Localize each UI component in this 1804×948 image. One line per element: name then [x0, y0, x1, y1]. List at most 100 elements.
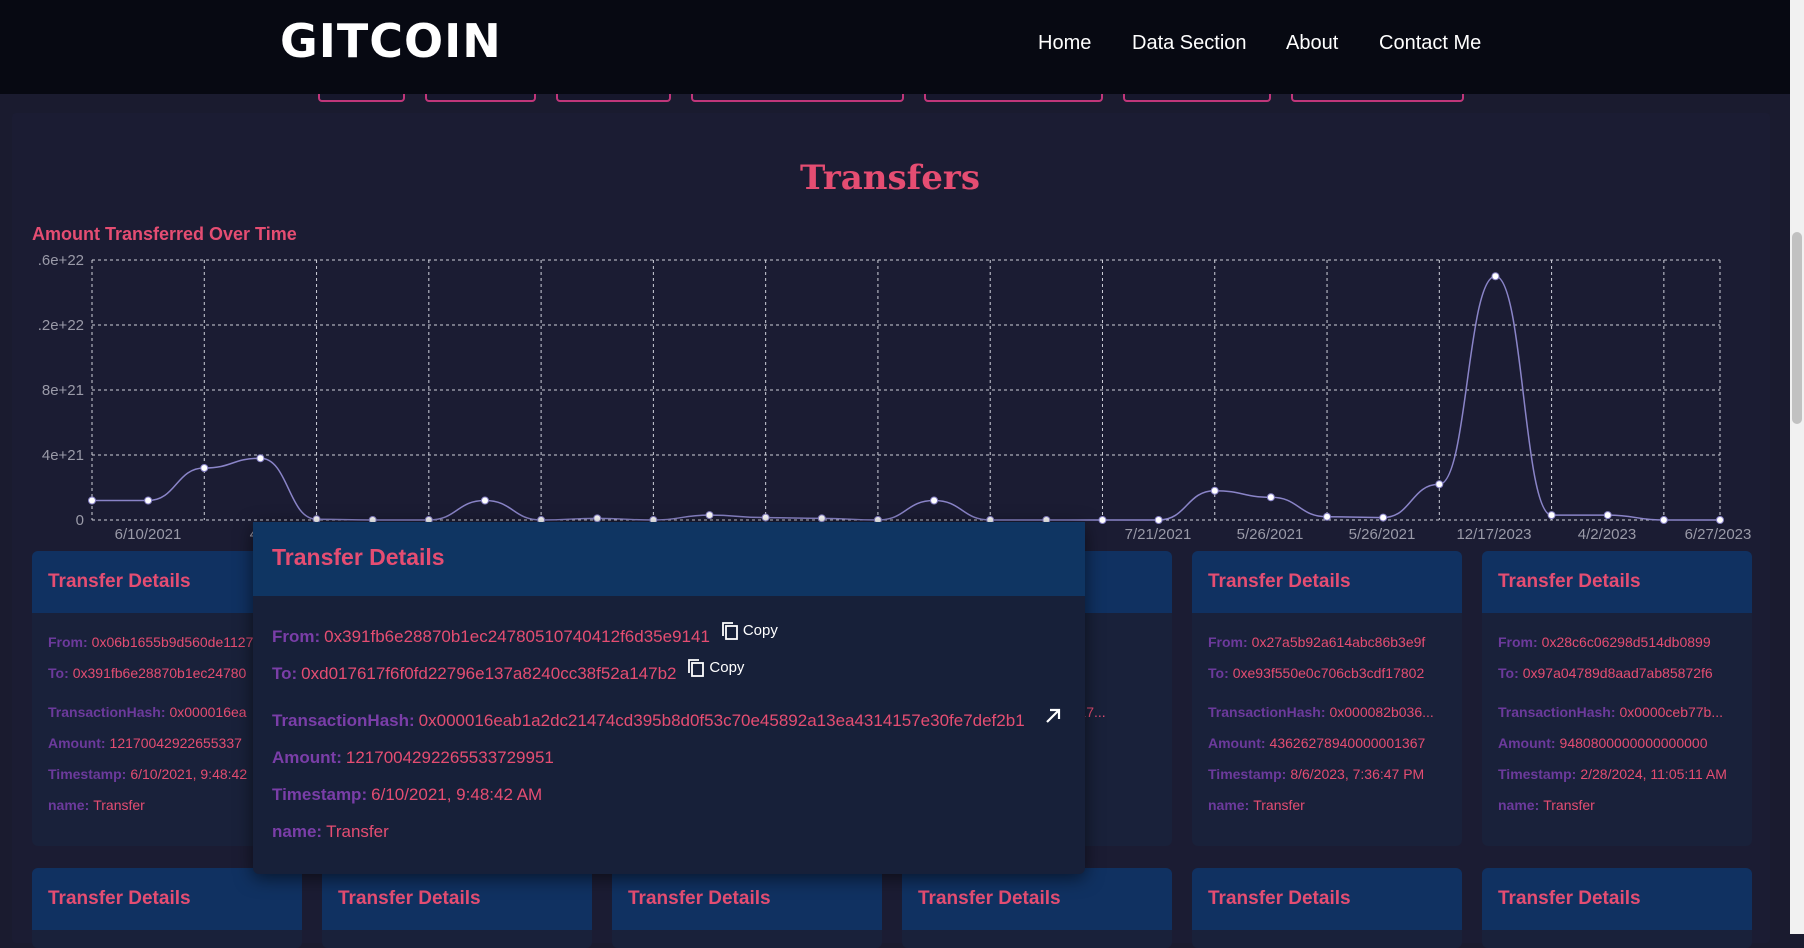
copy-from-button[interactable]: Copy [721, 612, 778, 649]
data-point [930, 496, 939, 505]
y-tick-label: 0 [76, 512, 84, 529]
y-tick-label: 4e+21 [42, 447, 84, 464]
data-point [200, 464, 209, 472]
copy-icon [687, 659, 705, 677]
card-heading: Transfer Details [1482, 551, 1752, 613]
data-point [1210, 486, 1219, 495]
popup-from-label: From: [272, 627, 321, 646]
card-from-row: From: 0x06b1655b9d560de1127 [48, 627, 286, 658]
y-tick-label: .2e+22 [38, 317, 84, 334]
nav-data-section-link[interactable]: Data Section [1132, 32, 1247, 55]
copy-to-button[interactable]: Copy [687, 649, 744, 686]
card-from-value: 0x28c6c06298d514db0899 [1541, 634, 1711, 650]
popup-hash-row: TransactionHash: 0x000016eab1a2dc21474cd3… [272, 702, 1066, 739]
data-point [1547, 511, 1556, 520]
card-timestamp-value: 2/28/2024, 11:05:11 AM [1580, 766, 1727, 782]
card-heading: Transfer Details [1192, 551, 1462, 613]
card-to-row: To: 0xe93f550e0c706cb3cdf17802 [1208, 658, 1446, 689]
card-name-label: name: [1208, 797, 1250, 813]
card-heading: Transfer Details [32, 868, 302, 930]
card-amount-label: Amount: [1208, 735, 1266, 751]
nav-about-link[interactable]: About [1286, 32, 1338, 55]
card-to-label: To: [48, 665, 69, 681]
x-tick-label: 5/26/2021 [1349, 526, 1416, 543]
data-point [1716, 516, 1724, 524]
popup-name-value: Transfer [326, 822, 389, 841]
card-hash-value: 0x000016ea [169, 704, 247, 720]
card-to-label: To: [1208, 665, 1229, 681]
card-hash-row: TransactionHash: 0x000082b036... [1208, 697, 1446, 728]
card-from-label: From: [1208, 634, 1248, 650]
card-timestamp-row: Timestamp: 6/10/2021, 9:48:42 [48, 759, 286, 790]
popup-from-value: 0x391fb6e28870b1ec24780510740412f6d35e91… [324, 627, 710, 646]
transfer-card[interactable]: Transfer Details From: 0x28c6c06298d514db0… [1482, 551, 1752, 846]
nav-contact-link[interactable]: Contact Me [1379, 32, 1481, 55]
card-amount-value: 43626278940000001367 [1269, 735, 1426, 751]
card-amount-row: Amount: 43626278940000001367 [1208, 728, 1446, 759]
scrollbar[interactable] [1790, 0, 1804, 934]
card-name-value: Transfer [1543, 797, 1595, 813]
card-amount-row: Amount: 12170042922655337 [48, 728, 286, 759]
data-point [1491, 272, 1500, 281]
card-to-value: 0xe93f550e0c706cb3cdf17802 [1232, 665, 1425, 681]
transfer-card[interactable]: Transfer Details [322, 868, 592, 948]
card-hash-label: TransactionHash: [1498, 704, 1616, 720]
card-to-value: 0x97a04789d8aad7ab85872f6 [1522, 665, 1713, 681]
x-tick-label: 4/2/2023 [1578, 526, 1636, 543]
card-heading: Transfer Details [612, 868, 882, 930]
transfer-card[interactable]: Transfer Details From: 0x27a5b92a614abc86b… [1192, 551, 1462, 846]
data-point [88, 496, 96, 505]
data-point [593, 514, 602, 523]
scrollbar-thumb[interactable] [1792, 232, 1802, 424]
transfer-card[interactable]: Transfer Details [1192, 868, 1462, 948]
card-to-row: To: 0x97a04789d8aad7ab85872f6 [1498, 658, 1736, 689]
card-amount-label: Amount: [48, 735, 106, 751]
card-from-row: From: 0x27a5b92a614abc86b3e9f [1208, 627, 1446, 658]
card-hash-label: TransactionHash: [48, 704, 166, 720]
nav-home-link[interactable]: Home [1038, 32, 1091, 55]
data-point [1435, 480, 1444, 489]
popup-hash-value: 0x000016eab1a2dc21474cd395b8d0f53c70e458… [418, 711, 1025, 730]
data-point [480, 496, 489, 505]
transfer-card[interactable]: Transfer Details [902, 868, 1172, 948]
card-timestamp-row: Timestamp: 2/28/2024, 11:05:11 AM [1498, 759, 1736, 790]
popup-name-label: name: [272, 822, 323, 841]
card-heading: Transfer Details [1192, 868, 1462, 930]
copy-to-label: Copy [709, 659, 745, 676]
card-from-row: From: 0x28c6c06298d514db0899 [1498, 627, 1736, 658]
card-name-row: name: Transfer [1498, 790, 1736, 821]
card-amount-value: 12170042922655337 [109, 735, 242, 751]
card-hash-label: TransactionHash: [1208, 704, 1326, 720]
line-chart: 04e+218e+21.2e+22.6e+226/10/20214/57/21/… [38, 252, 1752, 543]
card-name-label: name: [48, 797, 90, 813]
card-to-row: To: 0x391fb6e28870b1ec24780 [48, 658, 286, 689]
popup-title: Transfer Details [253, 522, 1085, 596]
series-line [91, 275, 1720, 521]
data-point [144, 496, 153, 505]
card-timestamp-label: Timestamp: [48, 766, 127, 782]
card-name-row: name: Transfer [48, 790, 286, 821]
popup-hash-label: TransactionHash: [272, 711, 415, 730]
card-timestamp-value: 6/10/2021, 9:48:42 [130, 766, 248, 782]
transfer-card[interactable]: Transfer Details [1482, 868, 1752, 948]
transfer-card[interactable]: Transfer Details [612, 868, 882, 948]
data-point [761, 513, 770, 522]
card-from-label: From: [1498, 634, 1538, 650]
copy-icon [721, 622, 739, 640]
top-navbar: GITCOIN Home Data Section About Contact … [0, 0, 1790, 94]
card-heading: Transfer Details [902, 868, 1172, 930]
card-amount-label: Amount: [1498, 735, 1556, 751]
transfer-card[interactable]: Transfer Details [32, 868, 302, 948]
gitcoin-logo[interactable]: GITCOIN [280, 14, 502, 68]
x-tick-label: 7/21/2021 [1125, 526, 1192, 543]
card-to-value: 0x391fb6e28870b1ec24780 [72, 665, 247, 681]
card-amount-row: Amount: 9480800000000000000 [1498, 728, 1736, 759]
card-hash-row: TransactionHash: 0x000016ea [48, 697, 286, 728]
card-heading: Transfer Details [322, 868, 592, 930]
card-timestamp-value: 8/6/2023, 7:36:47 PM [1290, 766, 1425, 782]
popup-timestamp-row: Timestamp: 6/10/2021, 9:48:42 AM [272, 776, 1066, 813]
data-point [256, 454, 265, 463]
card-hash-row: TransactionHash: 0x0000ceb77b... [1498, 697, 1736, 728]
external-link-icon[interactable] [1043, 702, 1063, 739]
popup-timestamp-value: 6/10/2021, 9:48:42 AM [371, 785, 543, 804]
